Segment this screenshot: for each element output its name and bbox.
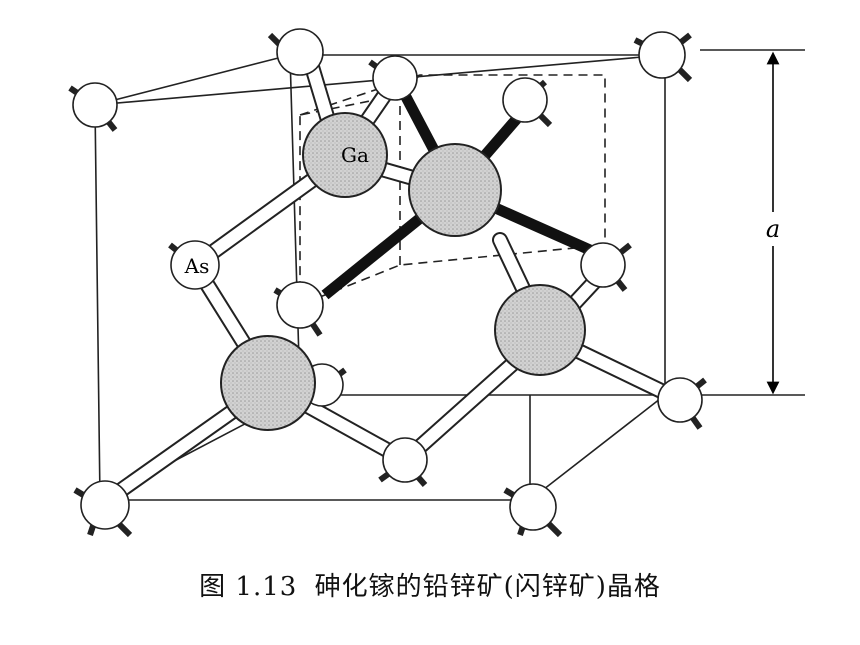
- zincblende-lattice-diagram: a As Ga: [68, 28, 805, 538]
- caption-text: 砷化镓的铅锌矿(闪锌矿)晶格: [314, 572, 661, 602]
- as-atom: [273, 281, 324, 337]
- ga-atom: [408, 143, 502, 237]
- as-atom: [633, 31, 693, 83]
- figure: a As Ga 图 1.13 砷化镓的铅锌矿(闪锌矿)晶格: [0, 0, 860, 641]
- as-atom: [73, 480, 133, 538]
- figure-caption: 图 1.13 砷化镓的铅锌矿(闪锌矿)晶格: [0, 566, 860, 603]
- as-atom-labeled: As: [168, 240, 220, 290]
- as-atom: [503, 483, 563, 538]
- lattice-constant-label: a: [766, 215, 780, 243]
- as-atom: [68, 82, 118, 132]
- caption-number: 图 1.13: [199, 572, 298, 602]
- ga-atom: [220, 335, 316, 431]
- ga-label: Ga: [341, 143, 369, 167]
- ga-atoms: Ga: [220, 112, 586, 431]
- as-atom: [657, 377, 707, 430]
- ga-atom-labeled: Ga: [302, 112, 388, 198]
- ga-atom: [494, 284, 586, 376]
- as-atom: [502, 77, 553, 128]
- lattice-constant-dimension: a: [700, 49, 805, 396]
- as-atom: [267, 28, 324, 76]
- as-label: As: [184, 254, 210, 278]
